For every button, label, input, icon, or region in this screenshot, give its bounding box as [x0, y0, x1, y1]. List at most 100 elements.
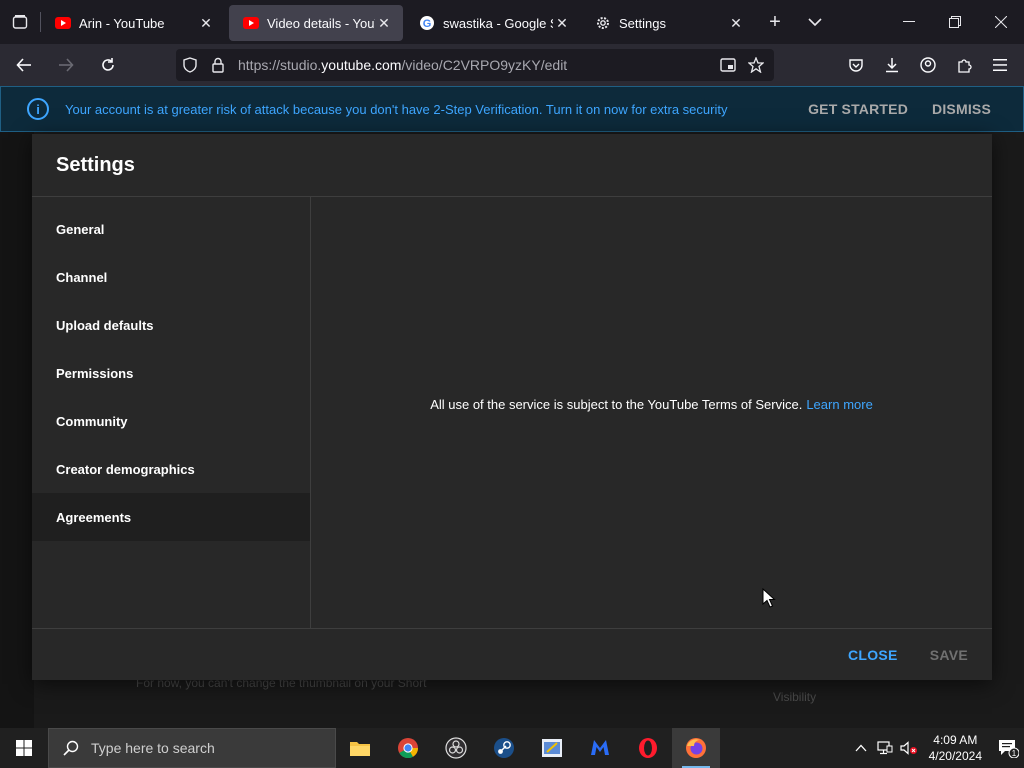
close-icon[interactable]: ✕ [375, 15, 393, 32]
url-prefix: https://studio. [238, 57, 322, 73]
google-icon: G [419, 15, 435, 31]
banner-actions: GET STARTED DISMISS [808, 101, 991, 117]
file-explorer-button[interactable] [336, 728, 384, 768]
minimize-button[interactable] [886, 0, 932, 44]
tab-arin-youtube[interactable]: Arin - YouTube ✕ [41, 5, 225, 41]
malwarebytes-icon [591, 740, 609, 755]
svg-text:G: G [423, 18, 432, 30]
list-all-tabs-button[interactable] [795, 0, 835, 44]
tab-title: Arin - YouTube [79, 15, 165, 31]
forward-button[interactable] [48, 49, 84, 81]
close-icon[interactable]: ✕ [553, 15, 571, 32]
sidebar-item-upload-defaults[interactable]: Upload defaults [32, 301, 310, 349]
back-button[interactable] [6, 49, 42, 81]
save-button[interactable]: SAVE [930, 647, 968, 663]
tab-google-search[interactable]: G swastika - Google Search ✕ [405, 5, 581, 41]
notification-center-button[interactable]: 1 [992, 728, 1024, 768]
account-icon [920, 57, 936, 73]
terms-statement: All use of the service is subject to the… [430, 397, 873, 412]
lock-icon[interactable] [204, 57, 232, 73]
settings-sidebar: General Channel Upload defaults Permissi… [32, 197, 311, 628]
taskbar-search[interactable]: Type here to search [48, 728, 336, 768]
agreements-panel: All use of the service is subject to the… [311, 197, 992, 628]
windows-logo-icon [16, 740, 32, 756]
notification-count: 1 [1012, 749, 1017, 758]
reload-button[interactable] [90, 49, 126, 81]
screen: Arin - YouTube ✕ Video details - YouTube… [0, 0, 1024, 768]
network-icon [877, 741, 893, 755]
sidebar-item-channel[interactable]: Channel [32, 253, 310, 301]
windows-taskbar: Type here to search 4:09 AM 4/20/2024 1 [0, 728, 1024, 768]
shield-icon[interactable] [176, 57, 204, 73]
sidebar-item-agreements[interactable]: Agreements [32, 493, 310, 541]
security-banner: i Your account is at greater risk of att… [0, 86, 1024, 132]
dialog-body: General Channel Upload defaults Permissi… [32, 197, 992, 628]
info-icon: i [27, 98, 49, 120]
youtube-icon [243, 15, 259, 31]
tab-settings[interactable]: Settings ✕ [581, 5, 755, 41]
pocket-button[interactable] [838, 49, 874, 81]
dialog-footer: CLOSE SAVE [32, 628, 992, 680]
taskbar-clock[interactable]: 4:09 AM 4/20/2024 [929, 732, 982, 764]
opera-icon [639, 738, 657, 758]
steam-icon [494, 738, 514, 758]
close-window-button[interactable] [978, 0, 1024, 44]
extensions-button[interactable] [946, 49, 982, 81]
reload-icon [102, 58, 114, 71]
get-started-button[interactable]: GET STARTED [808, 101, 908, 117]
pocket-icon [849, 59, 863, 72]
settings-dialog: Settings General Channel Upload defaults… [32, 134, 992, 680]
sidebar-item-permissions[interactable]: Permissions [32, 349, 310, 397]
window-controls [886, 0, 1024, 44]
close-button[interactable]: CLOSE [848, 647, 898, 663]
file-explorer-icon [350, 742, 370, 756]
network-button[interactable] [873, 741, 897, 755]
url-path: /video/C2VRPO9yzKY/edit [401, 57, 568, 73]
url-bar[interactable]: https://studio.youtube.com/video/C2VRPO9… [176, 49, 774, 81]
dialog-title: Settings [56, 153, 135, 176]
volume-button[interactable] [897, 741, 921, 755]
firefox-view-button[interactable] [0, 0, 40, 44]
bookmark-star-icon[interactable] [742, 57, 770, 73]
speaker-muted-icon [900, 741, 917, 755]
url-domain: youtube.com [321, 57, 402, 73]
tab-video-details[interactable]: Video details - YouTube ✕ [229, 5, 403, 41]
mouse-cursor-icon [762, 588, 776, 608]
account-button[interactable] [910, 49, 946, 81]
chevron-down-icon [808, 18, 822, 27]
url-text[interactable]: https://studio.youtube.com/video/C2VRPO9… [238, 57, 714, 73]
close-icon[interactable]: ✕ [727, 15, 745, 32]
show-hidden-icons-button[interactable] [849, 744, 873, 752]
chrome-button[interactable] [384, 728, 432, 768]
plus-icon: + [769, 10, 781, 33]
paint-icon [542, 739, 562, 757]
firefox-icon [686, 738, 706, 758]
sidebar-item-creator-demographics[interactable]: Creator demographics [32, 445, 310, 493]
obs-button[interactable] [432, 728, 480, 768]
terms-text: All use of the service is subject to the… [430, 397, 803, 412]
steam-button[interactable] [480, 728, 528, 768]
start-button[interactable] [0, 728, 48, 768]
paint-button[interactable] [528, 728, 576, 768]
restore-button[interactable] [932, 0, 978, 44]
tab-title: Video details - YouTube [267, 15, 375, 31]
firefox-view-icon [12, 15, 28, 29]
picture-in-picture-icon[interactable] [714, 58, 742, 72]
learn-more-link[interactable]: Learn more [806, 397, 872, 412]
dialog-header: Settings [32, 134, 992, 197]
firefox-button[interactable] [672, 728, 720, 768]
dismiss-button[interactable]: DISMISS [932, 101, 991, 117]
sidebar-item-community[interactable]: Community [32, 397, 310, 445]
downloads-button[interactable] [874, 49, 910, 81]
malwarebytes-button[interactable] [576, 728, 624, 768]
opera-button[interactable] [624, 728, 672, 768]
gear-icon [595, 15, 611, 31]
puzzle-icon [958, 59, 972, 73]
new-tab-button[interactable]: + [755, 0, 795, 44]
sidebar-item-general[interactable]: General [32, 205, 310, 253]
tab-title: swastika - Google Search [443, 15, 553, 31]
search-icon [63, 740, 79, 756]
close-icon[interactable]: ✕ [197, 15, 215, 32]
toolbar-right [838, 44, 1018, 86]
menu-button[interactable] [982, 49, 1018, 81]
